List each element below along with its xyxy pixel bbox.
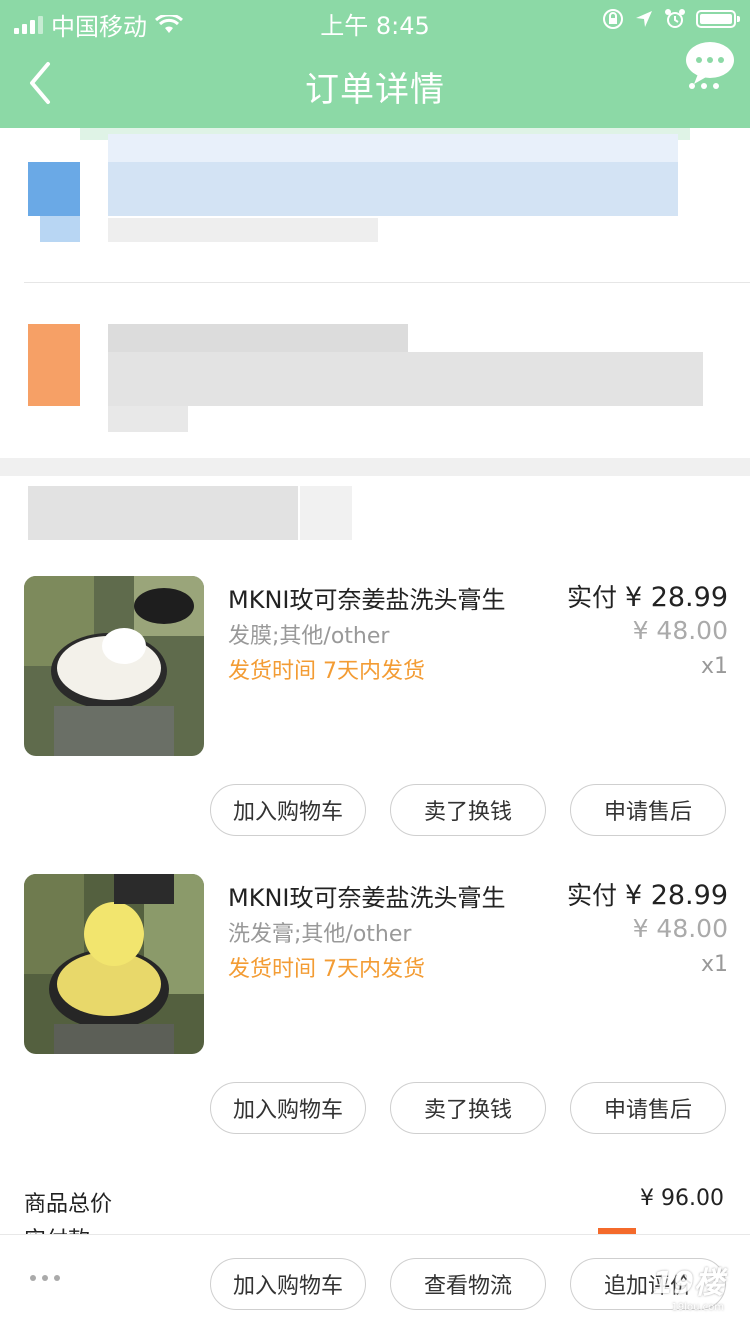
shipping-time: 发货时间 7天内发货 (228, 659, 425, 684)
product-image[interactable] (24, 874, 204, 1054)
watermark-text: 19楼 (652, 1266, 724, 1301)
paid-price: 实付 ¥ 28.99 (567, 578, 728, 614)
paid-amount: ¥ 28.99 (624, 582, 728, 613)
order-item[interactable]: MKNI玫可奈姜盐洗头膏生 洗发膏;其他/other 发货时间 7天内发货 实付… (0, 874, 750, 1074)
total-label: 商品总价 (24, 1192, 113, 1217)
location-icon (636, 11, 652, 27)
product-sku: 发膜;其他/other (228, 624, 390, 649)
product-image[interactable] (24, 576, 204, 756)
redacted-address-area (0, 128, 750, 458)
redacted-shop-name (0, 476, 750, 546)
product-title[interactable]: MKNI玫可奈姜盐洗头膏生 (228, 878, 505, 913)
page-title: 订单详情 (305, 70, 445, 110)
add-to-cart-button[interactable]: 加入购物车 (210, 1082, 366, 1134)
watermark: 19楼 19lou.com (652, 1258, 724, 1313)
view-logistics-button[interactable]: 查看物流 (390, 1258, 546, 1310)
rotation-lock-icon (603, 9, 623, 29)
total-value: ¥ 96.00 (640, 1186, 724, 1211)
paid-price: 实付 ¥ 28.99 (567, 876, 728, 912)
battery-icon (696, 10, 740, 28)
app-header: 中国移动 上午 8:45 订单详情 (0, 0, 750, 128)
shipping-time: 发货时间 7天内发货 (228, 957, 425, 982)
status-bar: 中国移动 上午 8:45 (0, 0, 750, 41)
add-to-cart-button[interactable]: 加入购物车 (210, 1258, 366, 1310)
order-item[interactable]: MKNI玫可奈姜盐洗头膏生 发膜;其他/other 发货时间 7天内发货 实付 … (0, 576, 750, 776)
section-gap (0, 458, 750, 476)
quantity: x1 (700, 654, 728, 679)
original-price: ¥ 48.00 (632, 914, 728, 943)
alarm-icon (665, 9, 685, 28)
product-sku: 洗发膏;其他/other (228, 922, 412, 947)
message-more-icon[interactable] (684, 40, 736, 92)
bottom-action-bar: 加入购物车 查看物流 追加评价 (0, 1234, 750, 1335)
add-to-cart-button[interactable]: 加入购物车 (210, 784, 366, 836)
quantity: x1 (700, 952, 728, 977)
product-title[interactable]: MKNI玫可奈姜盐洗头膏生 (228, 580, 505, 615)
divider (24, 282, 750, 283)
resell-button[interactable]: 卖了换钱 (390, 1082, 546, 1134)
paid-label: 实付 (566, 881, 617, 910)
after-sales-button[interactable]: 申请售后 (570, 1082, 726, 1134)
paid-amount: ¥ 28.99 (624, 880, 728, 911)
paid-label: 实付 (566, 583, 617, 612)
original-price: ¥ 48.00 (632, 616, 728, 645)
after-sales-button[interactable]: 申请售后 (570, 784, 726, 836)
resell-button[interactable]: 卖了换钱 (390, 784, 546, 836)
more-icon[interactable] (30, 1275, 60, 1281)
watermark-sub: 19lou.com (671, 1302, 725, 1313)
